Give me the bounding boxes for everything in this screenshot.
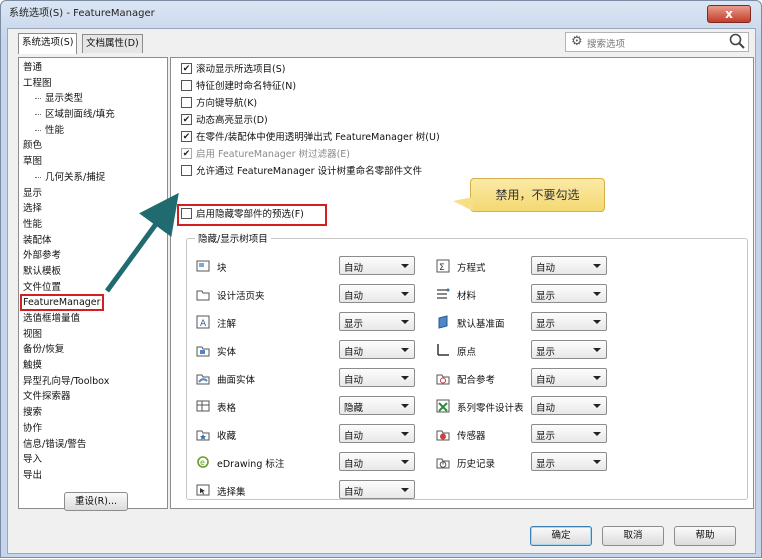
arrow-line — [104, 192, 179, 293]
tab-system-options[interactable]: 系统选项(S) — [18, 33, 78, 54]
annotation-arrow — [104, 192, 179, 293]
options-dialog: 系统选项(S) - FeatureManager x 系统选项(S) 文档属性(… — [0, 0, 762, 558]
